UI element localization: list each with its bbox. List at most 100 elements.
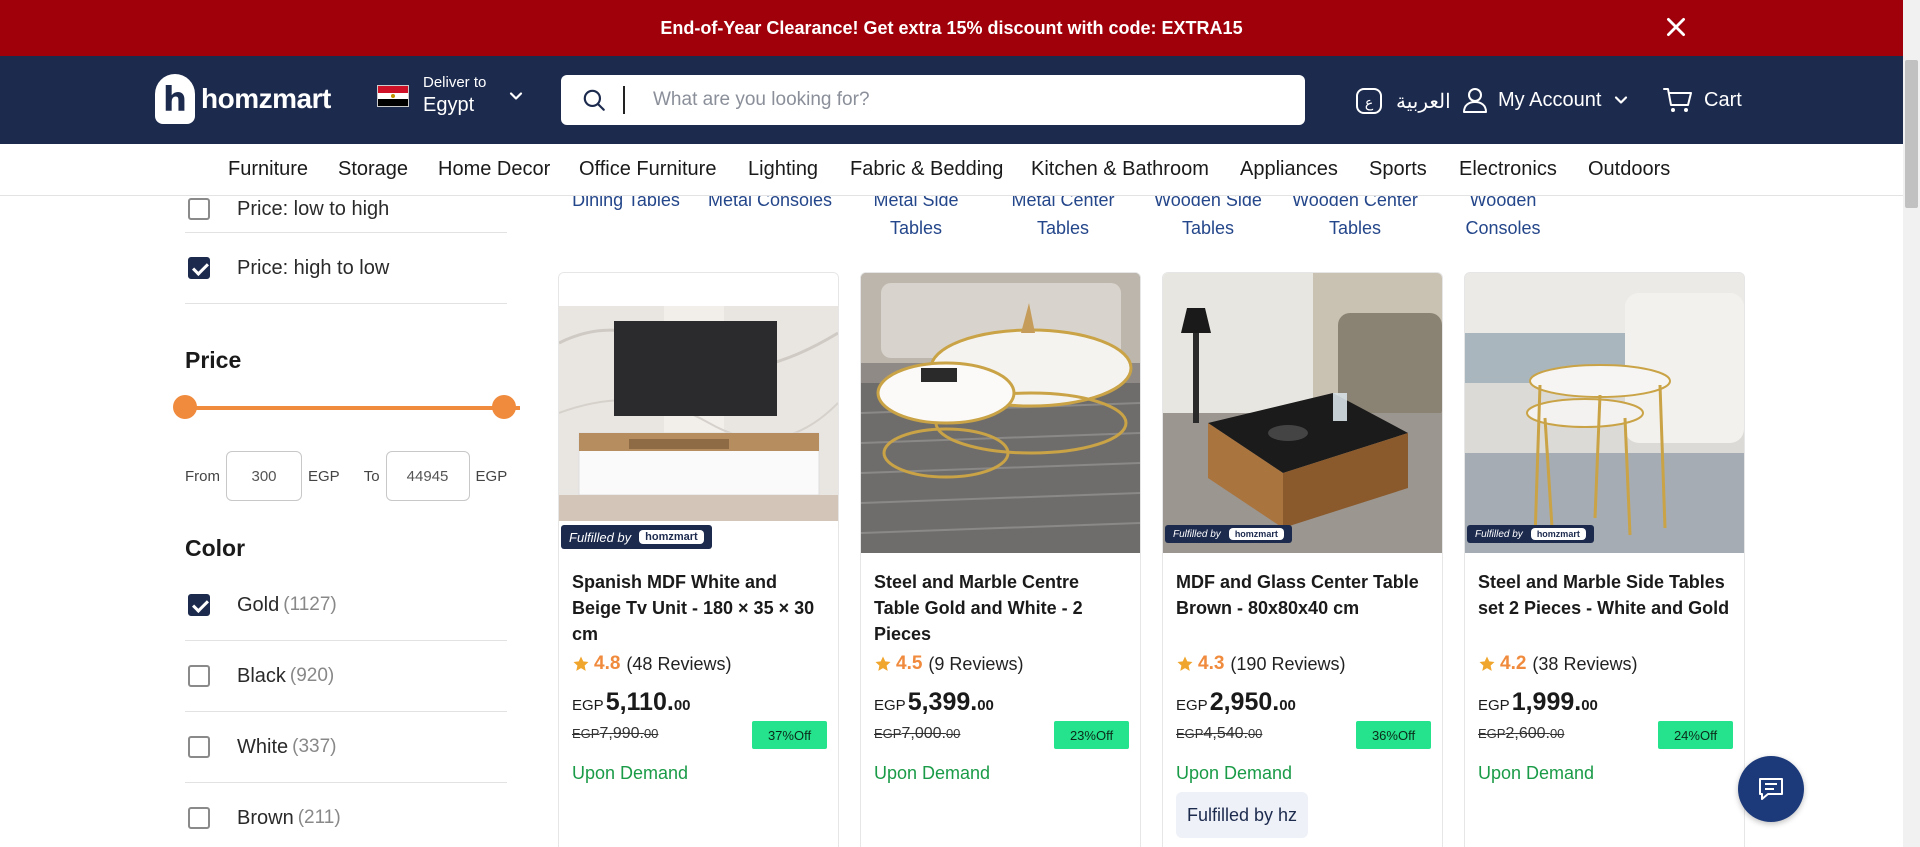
product-price: EGP 2,950. 00 [1176,688,1296,717]
price-from-input[interactable] [226,451,302,501]
chat-button[interactable] [1738,756,1804,822]
logo[interactable]: homzmart [155,74,331,124]
nav-kitchen-bathroom[interactable]: Kitchen & Bathroom [1031,158,1209,181]
color-option[interactable]: Brown (211) [185,783,507,847]
egypt-flag-icon [377,84,409,107]
product-title[interactable]: Steel and Marble Side Tables set 2 Piece… [1478,569,1733,621]
color-checkbox[interactable] [188,665,210,687]
cart-button[interactable]: Cart [1662,86,1742,114]
product-image[interactable]: Fulfilled by homzmart [559,273,838,553]
deliver-label: Deliver to [423,74,487,91]
language-icon: ع [1356,88,1382,114]
price-value: 2,950. [1209,688,1280,716]
sort-label: Price: high to low [237,256,390,279]
product-image[interactable] [861,273,1140,553]
star-icon [1177,656,1193,671]
badge-label: Fulfilled by [1475,528,1523,540]
product-rating: 4.2 (38 Reviews) [1478,653,1637,675]
color-label: Brown [237,806,294,829]
price-from-label: From [185,467,220,485]
product-title[interactable]: MDF and Glass Center Table Brown - 80x80… [1176,569,1431,621]
product-image[interactable]: Fulfilled by homzmart [1163,273,1442,553]
subcategory-label: Consoles [1465,218,1541,238]
old-price-decimals: 00 [643,726,659,741]
price-decimals: 00 [673,697,691,714]
close-icon[interactable] [1663,14,1689,40]
availability: Upon Demand [874,763,991,783]
search-input[interactable] [653,89,1253,111]
price-to-input[interactable] [385,451,470,501]
color-option[interactable]: Black (920) [185,641,507,712]
badge-logo: homzmart [639,530,704,544]
subcategory-label: Tables [889,218,943,238]
deliver-to-selector[interactable]: Deliver to Egypt [377,74,524,118]
price-decimals: 00 [1279,697,1296,714]
price-slider-min-handle[interactable] [173,395,197,419]
review-count: (190 Reviews) [1230,653,1346,674]
old-price: EGP7,000.00 [874,725,960,743]
star-icon [875,656,891,671]
product-image[interactable]: Fulfilled by homzmart [1465,273,1744,553]
nav-appliances[interactable]: Appliances [1240,158,1338,181]
price-value: 5,399. [907,688,978,716]
search-icon[interactable] [581,87,607,113]
product-card[interactable]: Fulfilled by homzmart Steel and Marble Si… [1464,272,1745,847]
product-price: EGP 5,399. 00 [874,688,994,717]
product-price: EGP 1,999. 00 [1478,688,1598,717]
product-card[interactable]: Fulfilled by homzmart Spanish MDF White a… [558,272,839,847]
cart-label: Cart [1704,88,1742,111]
scrollbar-thumb[interactable] [1905,60,1918,208]
sort-checkbox-checked[interactable] [188,257,210,279]
old-price-decimals: 00 [1549,726,1565,741]
price-currency: EGP [572,697,604,714]
color-count: (337) [292,736,337,757]
old-price-decimals: 00 [945,726,961,741]
discount-badge: 37%Off [752,721,827,749]
badge-label: Fulfilled by [569,529,632,545]
product-card[interactable]: Steel and Marble Centre Table Gold and W… [860,272,1141,847]
color-checkbox-checked[interactable] [188,594,210,616]
price-to-label: To [363,467,380,485]
badge-logo: homzmart [1530,528,1586,540]
color-option[interactable]: Gold (1127) [185,570,507,641]
chevron-down-icon [510,92,523,100]
my-account-menu[interactable]: My Account [1462,86,1629,114]
nav-lighting[interactable]: Lighting [748,158,818,181]
price-decimals: 00 [1581,697,1598,714]
sort-checkbox[interactable] [188,198,210,220]
svg-text:ع: ع [1365,95,1374,111]
availability: Upon Demand [1478,763,1595,783]
user-icon [1463,88,1487,113]
product-card[interactable]: Fulfilled by homzmart MDF and Glass Cente… [1162,272,1443,847]
nav-outdoors[interactable]: Outdoors [1588,158,1670,181]
nav-fabric-bedding[interactable]: Fabric & Bedding [850,158,1003,181]
review-count: (48 Reviews) [626,653,732,674]
price-value: 1,999. [1511,688,1582,716]
old-price: EGP4,540.00 [1176,725,1262,743]
search-bar [561,75,1305,125]
product-title[interactable]: Steel and Marble Centre Table Gold and W… [874,569,1129,647]
nav-furniture[interactable]: Furniture [228,158,308,181]
nav-electronics[interactable]: Electronics [1459,158,1557,181]
language-switch[interactable]: ع العربية [1354,86,1451,116]
color-checkbox[interactable] [188,807,210,829]
nav-home-decor[interactable]: Home Decor [438,158,550,181]
rating-value: 4.3 [1198,653,1225,674]
color-count: (1127) [283,594,337,615]
sort-option[interactable]: Price: high to low [185,233,507,304]
price-slider-track[interactable] [185,406,520,410]
product-title[interactable]: Spanish MDF White and Beige Tv Unit - 18… [572,569,827,647]
price-filter-title: Price [185,347,242,373]
price-slider-max-handle[interactable] [492,395,516,419]
color-option[interactable]: White (337) [185,712,507,783]
page-scrollbar[interactable] [1903,0,1920,847]
price-decimals: 00 [977,697,994,714]
color-checkbox[interactable] [188,736,210,758]
nav-storage[interactable]: Storage [338,158,408,181]
color-label: White [237,735,289,758]
nav-sports[interactable]: Sports [1369,158,1427,181]
review-count: (38 Reviews) [1532,653,1638,674]
fulfilled-by-badge: Fulfilled by homzmart [1165,525,1292,543]
nav-office-furniture[interactable]: Office Furniture [579,158,716,181]
chevron-down-icon [1615,96,1628,104]
